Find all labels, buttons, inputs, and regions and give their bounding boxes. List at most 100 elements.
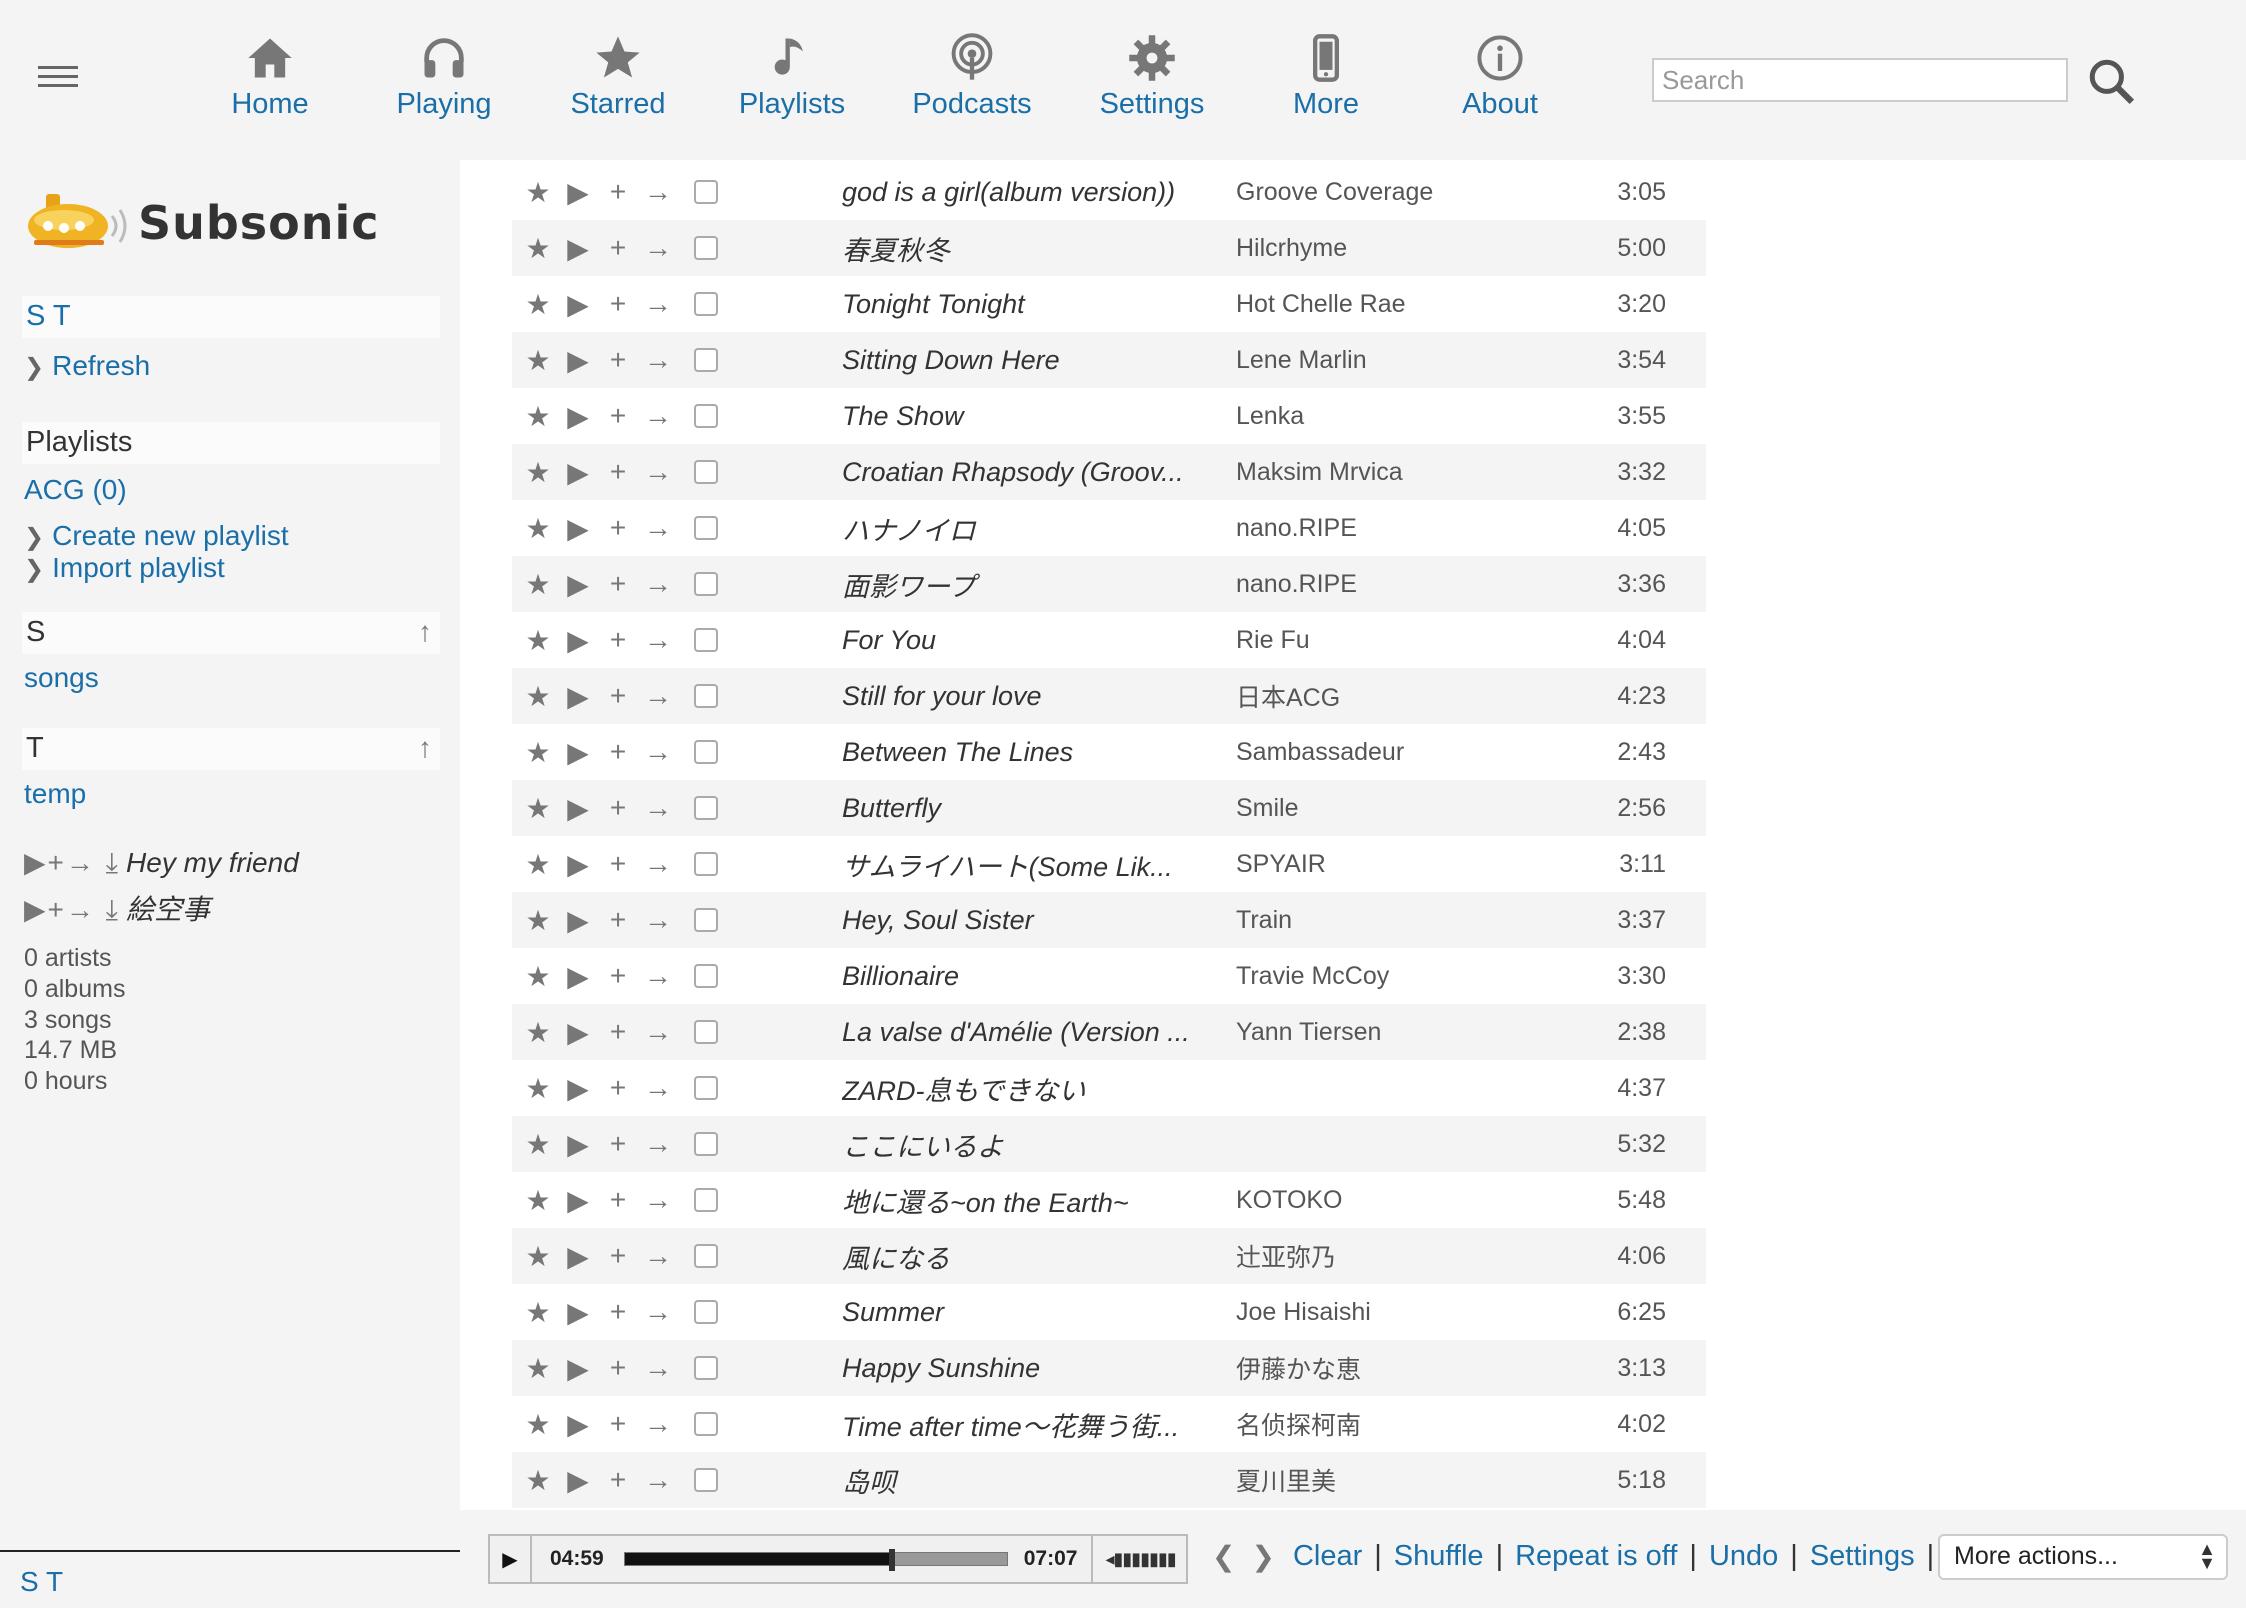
play-icon[interactable]: ▶	[558, 1072, 598, 1105]
star-icon[interactable]: ★	[518, 624, 558, 657]
add-next-arrow-icon[interactable]: →	[638, 624, 678, 656]
add-next-arrow-icon[interactable]: →	[638, 1240, 678, 1272]
song-checkbox[interactable]	[694, 572, 718, 596]
add-next-arrow-icon[interactable]: →	[638, 680, 678, 712]
create-playlist-link[interactable]: ❯ Create new playlist	[24, 520, 289, 552]
add-icon[interactable]: +	[598, 1240, 638, 1272]
nav-playing[interactable]: Playing	[364, 32, 524, 121]
play-icon[interactable]: ▶	[558, 1240, 598, 1273]
add-icon[interactable]: +	[598, 1352, 638, 1384]
song-checkbox[interactable]	[694, 460, 718, 484]
song-checkbox[interactable]	[694, 740, 718, 764]
song-checkbox[interactable]	[694, 796, 718, 820]
nav-home[interactable]: Home	[190, 32, 350, 121]
star-icon[interactable]: ★	[518, 1072, 558, 1105]
add-next-arrow-icon[interactable]: →	[638, 1352, 678, 1384]
star-icon[interactable]: ★	[518, 232, 558, 265]
add-icon[interactable]: +	[598, 1408, 638, 1440]
add-next-arrow-icon[interactable]: →	[638, 176, 678, 208]
add-next-arrow-icon[interactable]: →	[638, 1184, 678, 1216]
song-checkbox[interactable]	[694, 1412, 718, 1436]
song-title[interactable]: Billionaire	[842, 961, 1222, 992]
add-next-arrow-icon[interactable]: →	[638, 848, 678, 880]
chevron-right-icon[interactable]: ❯	[1251, 1540, 1274, 1573]
play-icon[interactable]: ▶	[558, 456, 598, 489]
song-checkbox[interactable]	[694, 180, 718, 204]
play-icon[interactable]: ▶	[558, 1408, 598, 1441]
add-next-arrow-icon[interactable]: →	[638, 960, 678, 992]
song-checkbox[interactable]	[694, 964, 718, 988]
add-next-arrow-icon[interactable]: →	[638, 736, 678, 768]
mini-song-controls-icon[interactable]: ▶+→ ⤓	[24, 847, 120, 878]
play-icon[interactable]: ▶	[558, 1296, 598, 1329]
add-icon[interactable]: +	[598, 568, 638, 600]
song-artist[interactable]: Sambassadeur	[1236, 738, 1404, 767]
add-icon[interactable]: +	[598, 680, 638, 712]
song-checkbox[interactable]	[694, 852, 718, 876]
song-artist[interactable]: nano.RIPE	[1236, 570, 1357, 599]
hamburger-menu-icon[interactable]	[38, 66, 78, 94]
star-icon[interactable]: ★	[518, 288, 558, 321]
song-title[interactable]: Happy Sunshine	[842, 1353, 1222, 1384]
add-next-arrow-icon[interactable]: →	[638, 456, 678, 488]
song-artist[interactable]: Travie McCoy	[1236, 962, 1389, 991]
song-title[interactable]: Time after time～花舞う街...	[842, 1405, 1222, 1444]
song-artist[interactable]: Lene Marlin	[1236, 346, 1367, 375]
star-icon[interactable]: ★	[518, 960, 558, 993]
song-artist[interactable]: Hilcrhyme	[1236, 234, 1347, 263]
add-icon[interactable]: +	[598, 176, 638, 208]
song-checkbox[interactable]	[694, 348, 718, 372]
add-next-arrow-icon[interactable]: →	[638, 568, 678, 600]
more-actions-select[interactable]: More actions... ▲ ▼	[1938, 1534, 2228, 1580]
add-icon[interactable]: +	[598, 904, 638, 936]
song-artist[interactable]: 辻亚弥乃	[1236, 1238, 1336, 1274]
nav-settings[interactable]: Settings	[1072, 32, 1232, 121]
song-title[interactable]: ハナノイロ	[842, 509, 1222, 548]
song-title[interactable]: La valse d'Amélie (Version ...	[842, 1017, 1222, 1048]
add-next-arrow-icon[interactable]: →	[638, 1016, 678, 1048]
add-icon[interactable]: +	[598, 1072, 638, 1104]
folder-temp-link[interactable]: temp	[24, 778, 86, 810]
add-next-arrow-icon[interactable]: →	[638, 400, 678, 432]
song-checkbox[interactable]	[694, 628, 718, 652]
play-icon[interactable]: ▶	[558, 680, 598, 713]
nav-starred[interactable]: Starred	[538, 32, 698, 121]
play-icon[interactable]: ▶	[558, 400, 598, 433]
song-checkbox[interactable]	[694, 1468, 718, 1492]
add-next-arrow-icon[interactable]: →	[638, 344, 678, 376]
add-next-arrow-icon[interactable]: →	[638, 288, 678, 320]
star-icon[interactable]: ★	[518, 568, 558, 601]
nav-about[interactable]: About	[1420, 32, 1580, 121]
play-icon[interactable]: ▶	[558, 792, 598, 825]
song-artist[interactable]: Rie Fu	[1236, 626, 1310, 655]
add-icon[interactable]: +	[598, 1128, 638, 1160]
shuffle-link[interactable]: Shuffle	[1394, 1540, 1484, 1573]
play-icon[interactable]: ▶	[558, 960, 598, 993]
refresh-link[interactable]: ❯ Refresh	[24, 350, 150, 382]
song-checkbox[interactable]	[694, 1020, 718, 1044]
add-icon[interactable]: +	[598, 1296, 638, 1328]
playlist-item-acg[interactable]: ACG (0)	[24, 474, 127, 506]
star-icon[interactable]: ★	[518, 680, 558, 713]
song-checkbox[interactable]	[694, 1356, 718, 1380]
play-icon[interactable]: ▶	[558, 176, 598, 209]
add-icon[interactable]: +	[598, 960, 638, 992]
song-checkbox[interactable]	[694, 1244, 718, 1268]
nav-more[interactable]: More	[1246, 32, 1406, 121]
song-title[interactable]: 春夏秋冬	[842, 229, 1222, 268]
song-checkbox[interactable]	[694, 1188, 718, 1212]
add-icon[interactable]: +	[598, 232, 638, 264]
song-artist[interactable]: Train	[1236, 906, 1292, 935]
song-title[interactable]: Croatian Rhapsody (Groov...	[842, 457, 1222, 488]
song-artist[interactable]: 伊藤かな恵	[1236, 1350, 1361, 1386]
add-next-arrow-icon[interactable]: →	[638, 1072, 678, 1104]
nav-playlists[interactable]: Playlists	[712, 32, 872, 121]
add-icon[interactable]: +	[598, 344, 638, 376]
play-icon[interactable]: ▶	[558, 512, 598, 545]
undo-link[interactable]: Undo	[1709, 1540, 1778, 1573]
song-artist[interactable]: Groove Coverage	[1236, 178, 1433, 207]
play-icon[interactable]: ▶	[558, 736, 598, 769]
star-icon[interactable]: ★	[518, 1296, 558, 1329]
star-icon[interactable]: ★	[518, 1184, 558, 1217]
play-icon[interactable]: ▶	[558, 344, 598, 377]
